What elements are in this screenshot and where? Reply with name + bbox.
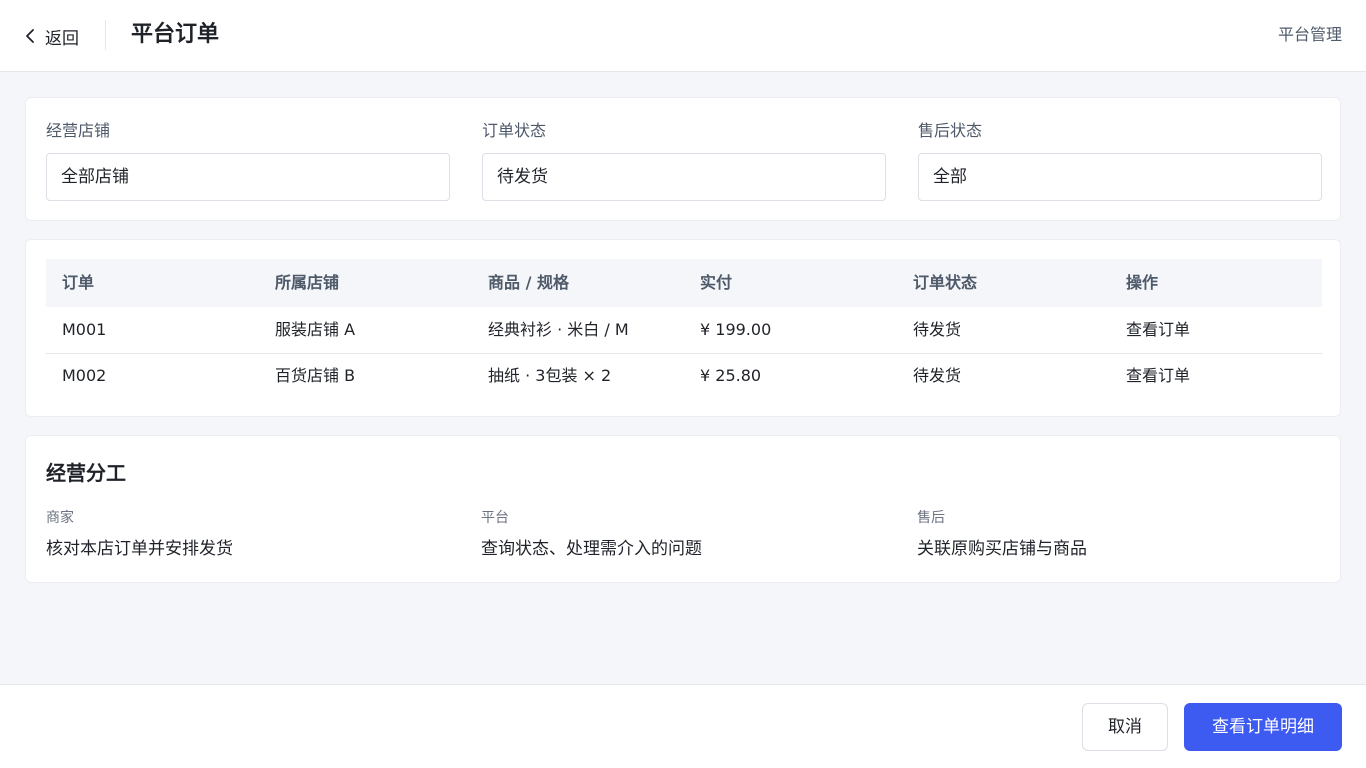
footer-bar: 取消 查看订单明细 [0, 684, 1366, 768]
division-role: 平台 [481, 510, 509, 526]
division-item-merchant: 商家 核对本店订单并安排发货 [46, 508, 233, 561]
after-sales-select[interactable]: 全部 [918, 153, 1322, 201]
product-spec: 抽纸 · 3包装 × 2 [488, 366, 612, 385]
store-filter: 经营店铺 全部店铺 [46, 120, 450, 201]
order-status-filter: 订单状态 待发货 [482, 120, 886, 201]
view-order-link[interactable]: 查看订单 [1126, 319, 1190, 341]
division-role: 售后 [917, 510, 945, 526]
column-header-order: 订单 [62, 273, 95, 292]
view-order-details-button[interactable]: 查看订单明细 [1184, 703, 1342, 751]
division-text: 核对本店订单并安排发货 [46, 539, 233, 559]
division-item-after-sales: 售后 关联原购买店铺与商品 [917, 508, 1087, 561]
platform-management-link[interactable]: 平台管理 [1278, 24, 1342, 46]
table-row: M002 百货店铺 B 抽纸 · 3包装 × 2 ¥ 25.80 待发货 查看订… [46, 353, 1322, 399]
order-id: M001 [62, 320, 107, 339]
division-text: 查询状态、处理需介入的问题 [481, 539, 702, 559]
column-header-store: 所属店铺 [275, 273, 340, 292]
after-sales-filter-label: 售后状态 [918, 121, 983, 140]
product-spec: 经典衬衫 · 米白 / M [488, 320, 629, 339]
back-label: 返回 [45, 28, 79, 49]
page-title: 平台订单 [131, 22, 220, 47]
division-text: 关联原购买店铺与商品 [917, 539, 1087, 559]
column-header-action: 操作 [1126, 273, 1159, 292]
after-sales-filter: 售后状态 全部 [918, 120, 1322, 201]
table-header: 订单 所属店铺 商品 / 规格 实付 订单状态 操作 [46, 259, 1322, 307]
order-id: M002 [62, 366, 107, 385]
view-order-link[interactable]: 查看订单 [1126, 365, 1190, 387]
division-role: 商家 [46, 510, 74, 526]
order-status-filter-label: 订单状态 [482, 121, 547, 140]
store-name: 服装店铺 A [275, 320, 356, 339]
filter-panel: 经营店铺 全部店铺 订单状态 待发货 售后状态 全部 [25, 97, 1341, 221]
section-title: 经营分工 [46, 461, 126, 485]
order-status-select[interactable]: 待发货 [482, 153, 886, 201]
column-header-product: 商品 / 规格 [488, 273, 569, 292]
top-header: 返回 平台订单 平台管理 [0, 0, 1366, 72]
chevron-left-icon [26, 29, 34, 43]
orders-table: 订单 所属店铺 商品 / 规格 实付 订单状态 操作 M001 服装店铺 A 经… [25, 239, 1341, 417]
order-status: 待发货 [913, 320, 962, 339]
paid-amount: ¥ 25.80 [700, 366, 762, 385]
store-select[interactable]: 全部店铺 [46, 153, 450, 201]
back-button[interactable]: 返回 [24, 22, 79, 50]
order-status: 待发货 [913, 366, 962, 385]
store-name: 百货店铺 B [275, 366, 356, 385]
division-panel: 经营分工 商家 核对本店订单并安排发货 平台 查询状态、处理需介入的问题 售后 … [25, 435, 1341, 583]
store-filter-label: 经营店铺 [46, 121, 111, 140]
header-divider [105, 20, 106, 50]
table-row: M001 服装店铺 A 经典衬衫 · 米白 / M ¥ 199.00 待发货 查… [46, 307, 1322, 353]
division-item-platform: 平台 查询状态、处理需介入的问题 [481, 508, 702, 561]
column-header-paid: 实付 [700, 273, 733, 292]
column-header-status: 订单状态 [913, 273, 978, 292]
cancel-button[interactable]: 取消 [1082, 703, 1168, 751]
paid-amount: ¥ 199.00 [700, 320, 772, 339]
